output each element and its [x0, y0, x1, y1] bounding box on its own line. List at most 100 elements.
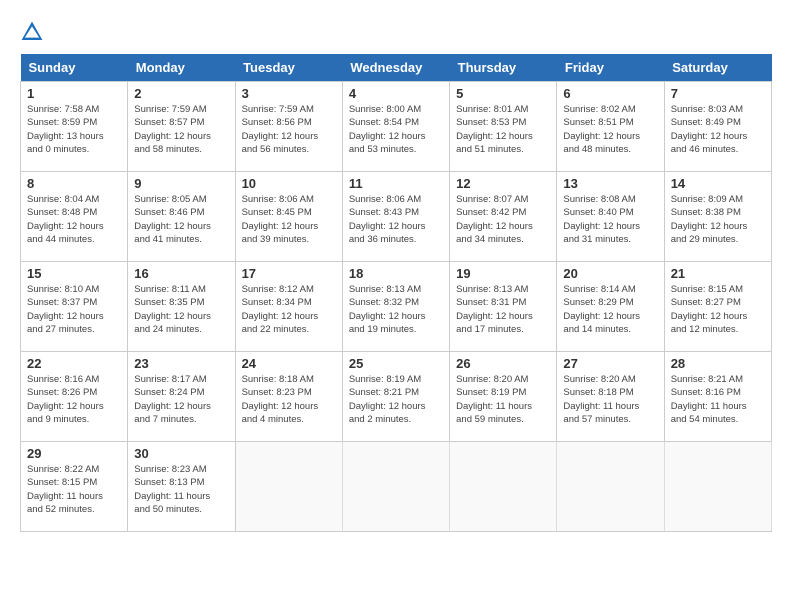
calendar-cell: 13Sunrise: 8:08 AMSunset: 8:40 PMDayligh… [557, 172, 664, 262]
calendar-cell: 27 Sunrise: 8:20 AMSunset: 8:18 PMDayligh… [557, 352, 664, 442]
day-info: Sunrise: 7:59 AMSunset: 8:56 PMDaylight:… [242, 103, 336, 156]
calendar-cell [235, 442, 342, 532]
day-number: 16 [134, 266, 228, 281]
day-info: Sunrise: 8:05 AMSunset: 8:46 PMDaylight:… [134, 193, 228, 246]
day-number: 24 [242, 356, 336, 371]
calendar-cell: 20Sunrise: 8:14 AMSunset: 8:29 PMDayligh… [557, 262, 664, 352]
calendar-cell: 18 Sunrise: 8:13 AMSunset: 8:32 PMDayligh… [342, 262, 449, 352]
day-info: Sunrise: 8:09 AMSunset: 8:38 PMDaylight:… [671, 193, 765, 246]
calendar-week-0: 1 Sunrise: 7:58 AMSunset: 8:59 PMDaylight… [21, 82, 772, 172]
day-number: 21 [671, 266, 765, 281]
day-number: 4 [349, 86, 443, 101]
day-number: 29 [27, 446, 121, 461]
day-info: Sunrise: 8:20 AMSunset: 8:18 PMDaylight:… [563, 373, 657, 426]
day-info: Sunrise: 7:59 AMSunset: 8:57 PMDaylight:… [134, 103, 228, 156]
day-header-monday: Monday [128, 54, 235, 82]
day-number: 18 [349, 266, 443, 281]
calendar-cell: 19 Sunrise: 8:13 AMSunset: 8:31 PMDayligh… [450, 262, 557, 352]
day-info: Sunrise: 8:19 AMSunset: 8:21 PMDaylight:… [349, 373, 443, 426]
calendar-week-2: 15Sunrise: 8:10 AMSunset: 8:37 PMDayligh… [21, 262, 772, 352]
calendar-cell: 11 Sunrise: 8:06 AMSunset: 8:43 PMDayligh… [342, 172, 449, 262]
calendar-cell: 29 Sunrise: 8:22 AMSunset: 8:15 PMDayligh… [21, 442, 128, 532]
day-info: Sunrise: 8:06 AMSunset: 8:43 PMDaylight:… [349, 193, 443, 246]
day-number: 28 [671, 356, 765, 371]
calendar-table: SundayMondayTuesdayWednesdayThursdayFrid… [20, 54, 772, 532]
calendar-cell: 9 Sunrise: 8:05 AMSunset: 8:46 PMDaylight… [128, 172, 235, 262]
calendar-cell: 23 Sunrise: 8:17 AMSunset: 8:24 PMDayligh… [128, 352, 235, 442]
page-header [20, 20, 772, 44]
calendar-cell [664, 442, 771, 532]
day-info: Sunrise: 8:07 AMSunset: 8:42 PMDaylight:… [456, 193, 550, 246]
day-info: Sunrise: 8:02 AMSunset: 8:51 PMDaylight:… [563, 103, 657, 156]
day-info: Sunrise: 8:15 AMSunset: 8:27 PMDaylight:… [671, 283, 765, 336]
day-header-friday: Friday [557, 54, 664, 82]
calendar-cell [557, 442, 664, 532]
day-number: 23 [134, 356, 228, 371]
day-header-tuesday: Tuesday [235, 54, 342, 82]
calendar-cell: 16 Sunrise: 8:11 AMSunset: 8:35 PMDayligh… [128, 262, 235, 352]
day-info: Sunrise: 8:16 AMSunset: 8:26 PMDaylight:… [27, 373, 121, 426]
logo-icon [20, 20, 44, 44]
day-header-wednesday: Wednesday [342, 54, 449, 82]
day-number: 15 [27, 266, 121, 281]
calendar-cell: 15Sunrise: 8:10 AMSunset: 8:37 PMDayligh… [21, 262, 128, 352]
calendar-cell: 26Sunrise: 8:20 AMSunset: 8:19 PMDayligh… [450, 352, 557, 442]
day-number: 7 [671, 86, 765, 101]
day-info: Sunrise: 8:17 AMSunset: 8:24 PMDaylight:… [134, 373, 228, 426]
day-number: 1 [27, 86, 121, 101]
calendar-week-1: 8 Sunrise: 8:04 AMSunset: 8:48 PMDaylight… [21, 172, 772, 262]
day-info: Sunrise: 8:08 AMSunset: 8:40 PMDaylight:… [563, 193, 657, 246]
day-number: 11 [349, 176, 443, 191]
day-header-sunday: Sunday [21, 54, 128, 82]
calendar-cell: 6Sunrise: 8:02 AMSunset: 8:51 PMDaylight… [557, 82, 664, 172]
day-number: 3 [242, 86, 336, 101]
calendar-week-3: 22 Sunrise: 8:16 AMSunset: 8:26 PMDayligh… [21, 352, 772, 442]
day-info: Sunrise: 8:18 AMSunset: 8:23 PMDaylight:… [242, 373, 336, 426]
day-number: 27 [563, 356, 657, 371]
day-number: 9 [134, 176, 228, 191]
day-number: 14 [671, 176, 765, 191]
calendar-cell: 30 Sunrise: 8:23 AMSunset: 8:13 PMDayligh… [128, 442, 235, 532]
calendar-cell: 24 Sunrise: 8:18 AMSunset: 8:23 PMDayligh… [235, 352, 342, 442]
day-info: Sunrise: 8:12 AMSunset: 8:34 PMDaylight:… [242, 283, 336, 336]
calendar-cell: 2 Sunrise: 7:59 AMSunset: 8:57 PMDaylight… [128, 82, 235, 172]
calendar-cell: 17 Sunrise: 8:12 AMSunset: 8:34 PMDayligh… [235, 262, 342, 352]
day-info: Sunrise: 8:06 AMSunset: 8:45 PMDaylight:… [242, 193, 336, 246]
day-number: 10 [242, 176, 336, 191]
calendar-cell: 5 Sunrise: 8:01 AMSunset: 8:53 PMDaylight… [450, 82, 557, 172]
calendar-cell: 21 Sunrise: 8:15 AMSunset: 8:27 PMDayligh… [664, 262, 771, 352]
day-info: Sunrise: 8:23 AMSunset: 8:13 PMDaylight:… [134, 463, 228, 516]
day-info: Sunrise: 8:11 AMSunset: 8:35 PMDaylight:… [134, 283, 228, 336]
day-number: 5 [456, 86, 550, 101]
calendar-cell: 25Sunrise: 8:19 AMSunset: 8:21 PMDayligh… [342, 352, 449, 442]
day-info: Sunrise: 7:58 AMSunset: 8:59 PMDaylight:… [27, 103, 121, 156]
calendar-cell: 8 Sunrise: 8:04 AMSunset: 8:48 PMDaylight… [21, 172, 128, 262]
calendar-cell: 3 Sunrise: 7:59 AMSunset: 8:56 PMDaylight… [235, 82, 342, 172]
day-number: 17 [242, 266, 336, 281]
day-number: 8 [27, 176, 121, 191]
calendar-cell: 1 Sunrise: 7:58 AMSunset: 8:59 PMDaylight… [21, 82, 128, 172]
day-header-thursday: Thursday [450, 54, 557, 82]
calendar-cell: 14 Sunrise: 8:09 AMSunset: 8:38 PMDayligh… [664, 172, 771, 262]
day-info: Sunrise: 8:21 AMSunset: 8:16 PMDaylight:… [671, 373, 765, 426]
day-header-saturday: Saturday [664, 54, 771, 82]
calendar-cell: 22 Sunrise: 8:16 AMSunset: 8:26 PMDayligh… [21, 352, 128, 442]
calendar-cell: 10 Sunrise: 8:06 AMSunset: 8:45 PMDayligh… [235, 172, 342, 262]
day-number: 12 [456, 176, 550, 191]
calendar-week-4: 29 Sunrise: 8:22 AMSunset: 8:15 PMDayligh… [21, 442, 772, 532]
day-number: 19 [456, 266, 550, 281]
day-number: 22 [27, 356, 121, 371]
day-number: 30 [134, 446, 228, 461]
calendar-cell: 7Sunrise: 8:03 AMSunset: 8:49 PMDaylight… [664, 82, 771, 172]
calendar-cell [342, 442, 449, 532]
day-info: Sunrise: 8:22 AMSunset: 8:15 PMDaylight:… [27, 463, 121, 516]
day-info: Sunrise: 8:01 AMSunset: 8:53 PMDaylight:… [456, 103, 550, 156]
day-number: 2 [134, 86, 228, 101]
calendar-cell: 12 Sunrise: 8:07 AMSunset: 8:42 PMDayligh… [450, 172, 557, 262]
day-info: Sunrise: 8:13 AMSunset: 8:31 PMDaylight:… [456, 283, 550, 336]
calendar-cell: 4 Sunrise: 8:00 AMSunset: 8:54 PMDaylight… [342, 82, 449, 172]
day-info: Sunrise: 8:14 AMSunset: 8:29 PMDaylight:… [563, 283, 657, 336]
day-info: Sunrise: 8:04 AMSunset: 8:48 PMDaylight:… [27, 193, 121, 246]
day-info: Sunrise: 8:13 AMSunset: 8:32 PMDaylight:… [349, 283, 443, 336]
day-info: Sunrise: 8:00 AMSunset: 8:54 PMDaylight:… [349, 103, 443, 156]
